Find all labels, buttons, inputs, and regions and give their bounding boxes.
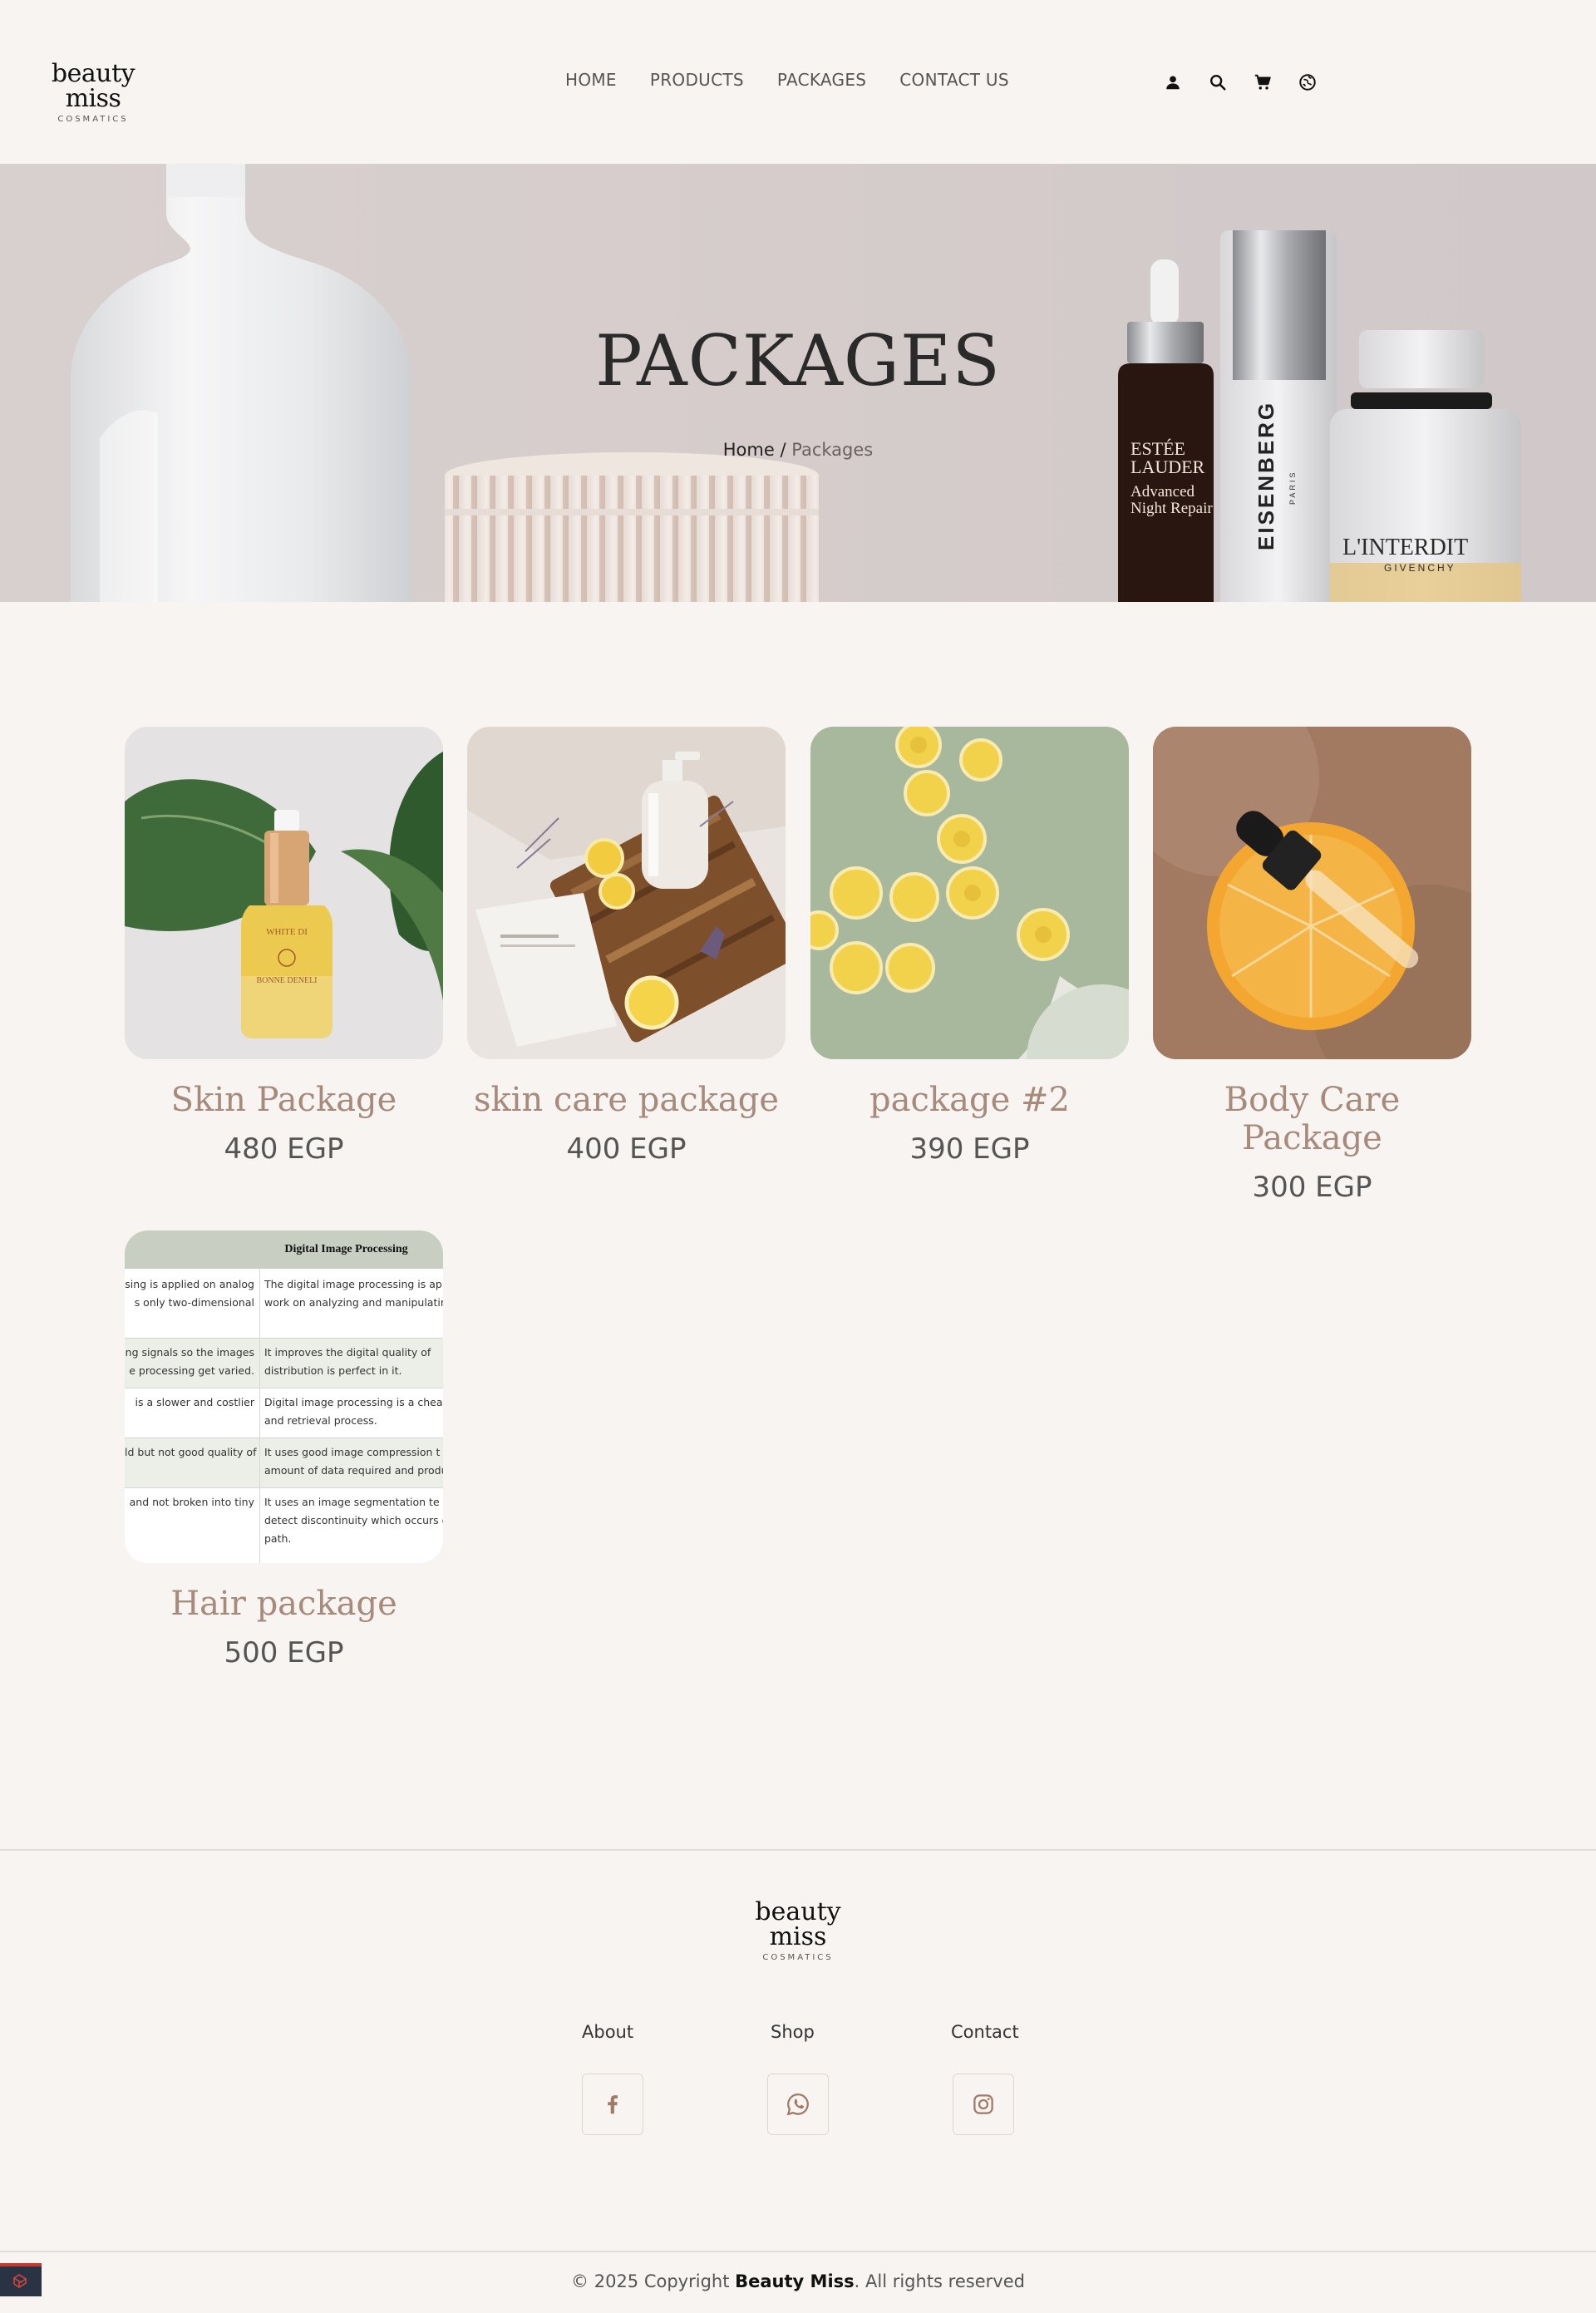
svg-text:BONNE DENELI: BONNE DENELI bbox=[256, 976, 317, 985]
footer-logo[interactable]: beauty miss COSMATICS bbox=[732, 1897, 864, 1963]
svg-text:PARIS: PARIS bbox=[1288, 471, 1297, 505]
svg-text:EISENBERG: EISENBERG bbox=[1254, 401, 1278, 550]
page-title: PACKAGES bbox=[595, 320, 1001, 402]
hero-jar-image bbox=[445, 452, 819, 602]
product-card[interactable]: WHITE DI BONNE DENELI Skin Package 480 E… bbox=[125, 727, 443, 1166]
breadcrumb-current: Packages bbox=[791, 440, 874, 460]
main-nav: HOME PRODUCTS PACKAGES CONTACT US bbox=[565, 70, 1009, 90]
hero-banner: ESTÉE LAUDER Advanced Night Repair EISEN… bbox=[0, 164, 1596, 602]
product-card[interactable]: Digital Image Processing sing is applied… bbox=[125, 1230, 443, 1669]
site-header: beauty miss COSMATICS HOME PRODUCTS PACK… bbox=[0, 0, 1596, 164]
footer-logo-subtitle: COSMATICS bbox=[762, 1953, 834, 1962]
copyright-prefix: © 2025 Copyright bbox=[571, 2271, 736, 2291]
logo-brand: beauty miss bbox=[51, 59, 135, 113]
svg-text:GIVENCHY: GIVENCHY bbox=[1384, 562, 1456, 574]
image-table-title: Digital Image Processing bbox=[125, 1230, 443, 1269]
product-image-serum[interactable]: WHITE DI BONNE DENELI bbox=[125, 727, 443, 1059]
debug-toolbar-icon[interactable] bbox=[0, 2263, 42, 2296]
product-card[interactable]: skin care package 400 EGP bbox=[467, 727, 786, 1166]
product-name[interactable]: package #2 bbox=[810, 1081, 1129, 1119]
breadcrumb-home[interactable]: Home bbox=[723, 440, 775, 460]
product-name[interactable]: Skin Package bbox=[125, 1081, 443, 1119]
product-image-lemons[interactable] bbox=[810, 727, 1129, 1059]
copyright-brand: Beauty Miss bbox=[735, 2271, 855, 2291]
breadcrumb-separator: / bbox=[780, 440, 786, 460]
product-price: 400 EGP bbox=[566, 1132, 687, 1166]
facebook-icon[interactable] bbox=[582, 2074, 643, 2135]
product-image-skincare[interactable] bbox=[467, 727, 786, 1059]
svg-text:Night Repair: Night Repair bbox=[1130, 500, 1213, 517]
nav-packages[interactable]: PACKAGES bbox=[777, 70, 866, 90]
site-logo[interactable]: beauty miss COSMATICS bbox=[27, 59, 160, 125]
product-name[interactable]: Hair package bbox=[125, 1585, 443, 1623]
svg-text:Advanced: Advanced bbox=[1130, 483, 1195, 501]
footer-divider bbox=[0, 1849, 1596, 1851]
product-card[interactable]: package #2 390 EGP bbox=[810, 727, 1129, 1166]
product-price: 480 EGP bbox=[224, 1132, 344, 1166]
search-icon[interactable] bbox=[1207, 72, 1229, 93]
product-price: 300 EGP bbox=[1252, 1171, 1372, 1204]
user-icon[interactable] bbox=[1162, 72, 1184, 93]
nav-home[interactable]: HOME bbox=[565, 70, 617, 90]
hero-perfume-bottles-image: ESTÉE LAUDER Advanced Night Repair EISEN… bbox=[1118, 230, 1521, 602]
logo-subtitle: COSMATICS bbox=[57, 115, 129, 124]
footer-link-shop[interactable]: Shop bbox=[771, 2022, 815, 2042]
product-name[interactable]: Body Care Package bbox=[1153, 1081, 1471, 1157]
bottom-divider bbox=[0, 2251, 1596, 2252]
product-card[interactable]: Body Care Package 300 EGP bbox=[1153, 727, 1471, 1204]
product-name[interactable]: skin care package bbox=[467, 1081, 786, 1119]
copyright-text: © 2025 Copyright Beauty Miss. All rights… bbox=[0, 2271, 1596, 2291]
language-icon[interactable] bbox=[1297, 72, 1318, 93]
product-price: 390 EGP bbox=[909, 1132, 1030, 1166]
footer-link-contact[interactable]: Contact bbox=[951, 2022, 1019, 2042]
footer-link-about[interactable]: About bbox=[582, 2022, 633, 2042]
instagram-icon[interactable] bbox=[953, 2074, 1014, 2135]
footer-logo-brand: beauty miss bbox=[755, 1897, 841, 1951]
whatsapp-icon[interactable] bbox=[767, 2074, 829, 2135]
cart-icon[interactable] bbox=[1252, 72, 1273, 93]
svg-text:WHITE DI: WHITE DI bbox=[266, 927, 308, 937]
nav-contact-us[interactable]: CONTACT US bbox=[899, 70, 1009, 90]
product-price: 500 EGP bbox=[224, 1636, 344, 1669]
nav-products[interactable]: PRODUCTS bbox=[650, 70, 744, 90]
copyright-suffix: . All rights reserved bbox=[854, 2271, 1025, 2291]
svg-text:L'INTERDIT: L'INTERDIT bbox=[1342, 535, 1468, 560]
product-image-table[interactable]: Digital Image Processing sing is applied… bbox=[125, 1230, 443, 1563]
product-image-orange-dropper[interactable] bbox=[1153, 727, 1471, 1059]
header-icons bbox=[1162, 72, 1318, 93]
breadcrumb: Home / Packages bbox=[0, 440, 1596, 460]
